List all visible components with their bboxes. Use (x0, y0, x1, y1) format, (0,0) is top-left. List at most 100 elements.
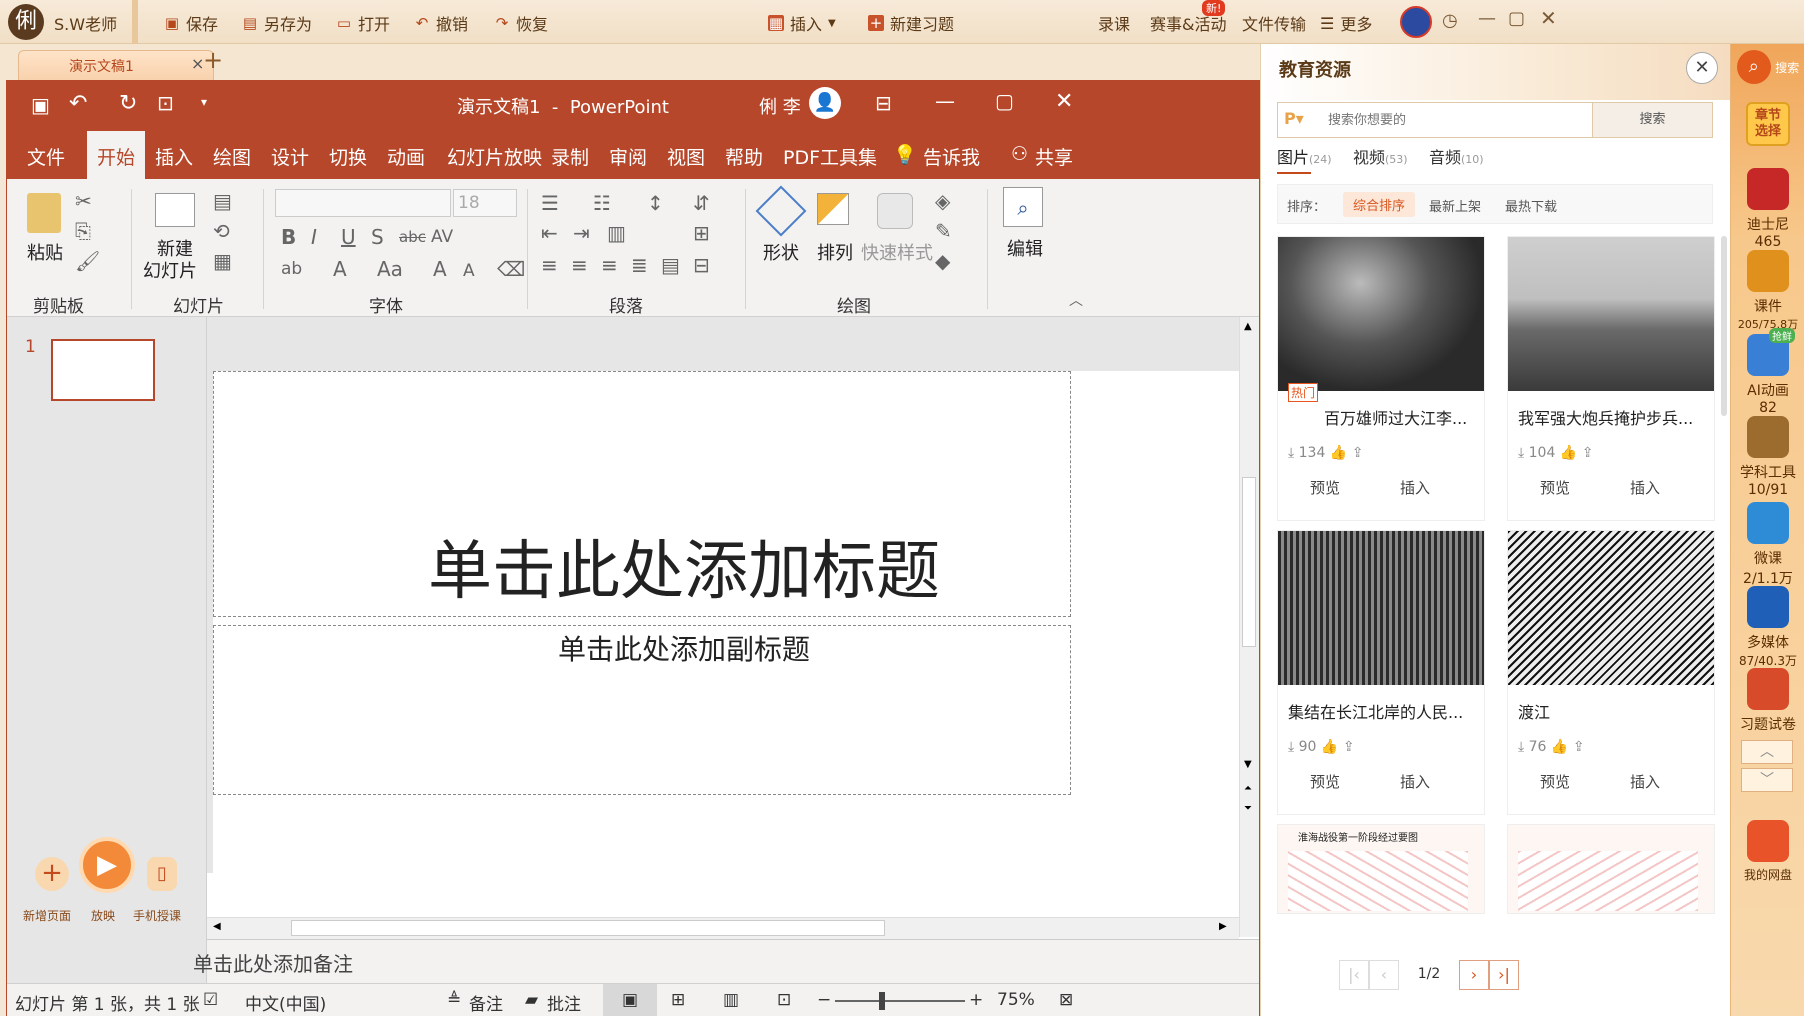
strikethrough-icon[interactable]: abc (399, 227, 426, 247)
notes-icon[interactable]: ≜ (447, 990, 461, 1010)
shapes-icon[interactable] (755, 185, 807, 237)
open-button[interactable]: ▭ 打开 (336, 11, 390, 35)
sidebar-chapter-select[interactable]: 章节选择 (1731, 102, 1804, 146)
comment-icon[interactable]: ▰ (525, 990, 538, 1010)
user-label[interactable]: S.W老师 (54, 11, 117, 35)
preview-button[interactable]: 预览 (1310, 477, 1340, 498)
shapes-button[interactable]: 形状 (763, 239, 799, 265)
shape-outline-icon[interactable]: ✎ (935, 221, 952, 241)
italic-icon[interactable]: I (311, 227, 317, 247)
font-name-select[interactable] (275, 189, 451, 217)
text-direction-icon[interactable]: ⇵ (693, 193, 710, 213)
prev-slide-icon[interactable]: ⏶ (1244, 783, 1252, 794)
copy-icon[interactable]: ⎘ (75, 221, 91, 241)
user-avatar[interactable]: 👤 (809, 87, 841, 119)
present-icon[interactable]: ⊡ (157, 91, 174, 115)
clock-icon[interactable]: ◷ (1442, 10, 1458, 31)
layout-icon[interactable]: ▤ (213, 191, 232, 211)
sidebar-item-courseware[interactable]: 课件 205/75.8万 (1731, 250, 1804, 332)
save-as-button[interactable]: ▤ 另存为 (242, 11, 312, 35)
sidebar-search[interactable]: ⌕ 搜索 (1731, 50, 1804, 88)
increase-indent-icon[interactable]: ⇥ (573, 223, 590, 243)
sidebar-item-disney[interactable]: 迪士尼 465 (1731, 168, 1804, 250)
scroll-down-icon[interactable]: ▼ (1244, 759, 1252, 770)
like-icon[interactable]: 👍 (1560, 445, 1577, 461)
arrange-button[interactable]: 排列 (817, 239, 853, 265)
sort-popular[interactable]: 最热下载 (1505, 196, 1557, 215)
decrease-indent-icon[interactable]: ⇤ (541, 223, 558, 243)
next-slide-icon[interactable]: ⏷ (1244, 803, 1252, 814)
slide-thumbnail[interactable] (51, 339, 155, 401)
tab-draw[interactable]: 绘图 (213, 143, 251, 170)
quick-styles-icon[interactable] (877, 193, 913, 229)
tab-help[interactable]: 帮助 (725, 143, 763, 170)
align-left-icon[interactable]: ≡ (541, 255, 558, 275)
tab-animations[interactable]: 动画 (387, 143, 425, 170)
tab-view[interactable]: 视图 (667, 143, 705, 170)
last-page-button[interactable]: ›| (1489, 960, 1519, 990)
shape-effects-icon[interactable]: ◆ (935, 251, 950, 271)
next-page-button[interactable]: › (1459, 960, 1489, 990)
shadow-icon[interactable]: S (371, 227, 384, 247)
numbering-icon[interactable]: ☷ (593, 193, 611, 213)
play-button[interactable]: ▶ (79, 837, 135, 893)
insert-button[interactable]: ▦ 插入 ▼ (768, 11, 836, 35)
like-icon[interactable]: 👍 (1321, 739, 1338, 755)
repeat-icon[interactable]: ↻ (119, 91, 137, 116)
section-icon[interactable]: ▦ (213, 251, 232, 271)
minimize-icon[interactable]: — (1478, 8, 1496, 29)
align-text-icon[interactable]: ⊞ (693, 223, 710, 243)
tell-me[interactable]: 告诉我 (923, 143, 980, 170)
resource-card-partial[interactable] (1507, 824, 1715, 914)
resource-card[interactable]: 集结在长江北岸的人民... ⤓ 90 👍 ⇪ 预览 插入 (1277, 530, 1485, 815)
search-input[interactable] (1328, 109, 1578, 131)
tab-images[interactable]: 图片(24) (1277, 144, 1332, 168)
slide-canvas[interactable]: 单击此处添加标题 单击此处添加副标题 (213, 371, 1239, 933)
columns-icon[interactable]: ▥ (607, 223, 626, 243)
hscroll-thumb[interactable] (291, 920, 885, 936)
resource-card-partial[interactable]: 淮海战役第一阶段经过要图 (1277, 824, 1485, 914)
panel-scrollbar[interactable] (1721, 236, 1727, 416)
avatar[interactable] (1400, 6, 1432, 38)
sidebar-item-subject-tools[interactable]: 学科工具 10/91 (1731, 416, 1804, 498)
close-icon[interactable]: ✕ (1540, 6, 1557, 30)
save-button[interactable]: ▣ 保存 (164, 11, 218, 35)
slideshow-icon[interactable]: ⊡ (777, 990, 791, 1010)
ribbon-display-icon[interactable]: ⊟ (875, 91, 892, 115)
add-page-button[interactable]: + (35, 857, 69, 891)
new-slide-icon[interactable] (155, 193, 195, 227)
font-size-select[interactable]: 18 (453, 189, 517, 217)
language[interactable]: 中文(中国) (245, 990, 326, 1015)
share-icon[interactable]: ⇪ (1582, 445, 1594, 461)
resource-thumbnail[interactable] (1278, 237, 1484, 391)
font-color-icon[interactable]: A (333, 259, 347, 279)
resource-thumbnail[interactable] (1278, 531, 1484, 685)
like-icon[interactable]: 👍 (1330, 445, 1347, 461)
vertical-scrollbar[interactable]: ▲ ▼ ⏶ ⏷ (1239, 317, 1259, 937)
zoom-slider-thumb[interactable] (879, 992, 885, 1010)
slide-sorter-icon[interactable]: ⊞ (671, 990, 685, 1010)
sidebar-item-multimedia[interactable]: 多媒体 87/40.3万 (1731, 586, 1804, 669)
resource-card[interactable]: 热门 百万雄师过大江李... ⤓ 134 👍 ⇪ 预览 插入 (1277, 236, 1485, 521)
resource-thumbnail[interactable] (1508, 531, 1714, 685)
mobile-teaching-icon[interactable]: ▯ (147, 857, 177, 891)
share-button[interactable]: 共享 (1035, 143, 1073, 170)
document-tab[interactable]: 演示文稿1 × (18, 50, 214, 80)
sort-newest[interactable]: 最新上架 (1429, 196, 1481, 215)
title-placeholder[interactable]: 单击此处添加标题 (213, 371, 1071, 617)
record-button[interactable]: 录课 (1098, 11, 1130, 35)
share-icon[interactable]: ⇪ (1573, 739, 1585, 755)
tab-audio[interactable]: 音频(10) (1429, 144, 1484, 168)
insert-button[interactable]: 插入 (1400, 477, 1430, 498)
quick-styles-button[interactable]: 快速样式 (861, 239, 933, 265)
zoom-out-icon[interactable]: − (817, 990, 831, 1010)
resource-thumbnail[interactable] (1508, 237, 1714, 391)
more-button[interactable]: ☰ 更多 (1320, 11, 1372, 35)
preview-button[interactable]: 预览 (1540, 771, 1570, 792)
fit-slide-icon[interactable]: ⊠ (1059, 990, 1073, 1010)
undo-button[interactable]: ↶ 撤销 (414, 11, 468, 35)
zoom-in-icon[interactable]: + (969, 990, 983, 1010)
resource-card[interactable]: 渡江 ⤓ 76 👍 ⇪ 预览 插入 (1507, 530, 1715, 815)
new-slide-button-line2[interactable]: 幻灯片 (143, 257, 197, 283)
redo-button[interactable]: ↷ 恢复 (494, 11, 548, 35)
